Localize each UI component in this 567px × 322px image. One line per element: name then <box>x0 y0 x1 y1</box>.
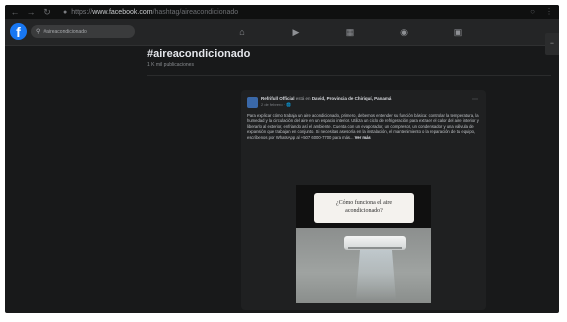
author-name[interactable]: Refrifull Official <box>261 96 295 101</box>
gaming-icon[interactable]: ▣ <box>431 19 485 45</box>
air-flow <box>356 250 396 300</box>
menu-icon[interactable]: ⋮ <box>545 7 553 16</box>
url-path: /hashtag/aireacondicionado <box>152 8 239 16</box>
see-more-link[interactable]: Ver más <box>355 135 371 140</box>
home-icon[interactable]: ⌂ <box>215 19 269 45</box>
image-caption: ¿Cómo funciona el aire acondicionado? <box>314 193 414 223</box>
forward-icon[interactable]: → <box>25 6 37 18</box>
air-conditioner-vent <box>348 247 402 249</box>
divider <box>147 75 551 76</box>
facebook-logo[interactable]: f <box>10 23 27 40</box>
side-panel-tab[interactable]: •• <box>545 33 559 55</box>
reload-icon[interactable]: ↻ <box>41 6 53 18</box>
main-nav: ⌂ ▶ ▦ ◉ ▣ <box>215 19 485 45</box>
browser-toolbar: ← → ↻ ● https:// www.facebook.com /hasht… <box>5 5 559 19</box>
watch-icon[interactable]: ▶ <box>269 19 323 45</box>
back-icon[interactable]: ← <box>9 6 21 18</box>
search-value: #aireacondicionado <box>43 28 87 35</box>
air-conditioner-photo <box>296 228 431 303</box>
facebook-header: f ⚲ #aireacondicionado ⌂ ▶ ▦ ◉ ▣ <box>5 19 559 46</box>
screen: ← → ↻ ● https:// www.facebook.com /hasht… <box>5 5 559 313</box>
post-timestamp[interactable]: 2 de febrero · 🌐 <box>261 102 291 107</box>
post-header: Refrifull Official está en David, Provin… <box>261 96 391 101</box>
search-input[interactable]: ⚲ #aireacondicionado <box>31 25 135 38</box>
groups-icon[interactable]: ◉ <box>377 19 431 45</box>
extensions-icon[interactable]: ○ <box>530 7 535 16</box>
post-card: Refrifull Official está en David, Provin… <box>241 90 486 310</box>
post-image[interactable]: ¿Cómo funciona el aire acondicionado? <box>296 185 431 303</box>
address-bar[interactable]: ● https:// www.facebook.com /hashtag/air… <box>63 7 263 17</box>
post-body: Para explicar cómo trabaja un aire acond… <box>247 113 479 140</box>
post-location[interactable]: David, Provincia de Chiriquí, Panamá <box>312 96 392 101</box>
lock-icon: ● <box>63 8 68 16</box>
post-count: 1 K mil publicaciones <box>147 62 194 68</box>
page-title: #aireacondicionado <box>147 48 251 60</box>
image-caption-line2: acondicionado? <box>345 208 383 214</box>
avatar[interactable] <box>247 97 258 108</box>
more-options-icon[interactable]: ⋯ <box>472 96 478 103</box>
browser-controls: ○ ⋮ <box>530 7 553 16</box>
url-scheme: https:// <box>71 8 93 16</box>
search-icon: ⚲ <box>36 29 41 35</box>
image-caption-line1: ¿Cómo funciona el aire <box>335 200 393 206</box>
marketplace-icon[interactable]: ▦ <box>323 19 377 45</box>
author-connector: está en <box>295 96 311 101</box>
url-host: www.facebook.com <box>92 8 153 16</box>
